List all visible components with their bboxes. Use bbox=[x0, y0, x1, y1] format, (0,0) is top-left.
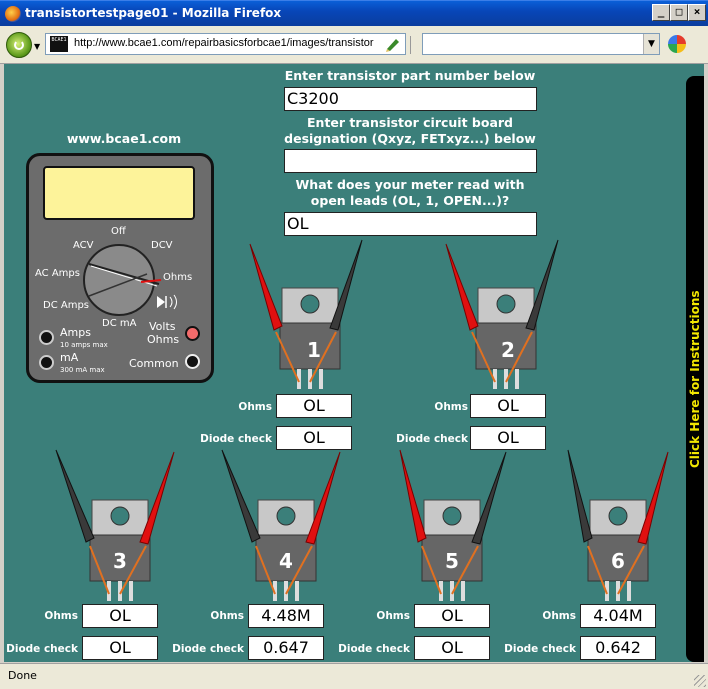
transistor-4-ohms-label: Ohms bbox=[210, 610, 244, 622]
resize-grip[interactable] bbox=[694, 675, 706, 687]
transistor-6-diode-label: Diode check bbox=[504, 643, 576, 655]
designation-label-line2: designation (Qxyz, FETxyz...) below bbox=[284, 131, 536, 146]
transistor-2-number: 2 bbox=[501, 338, 515, 362]
transistor-2-diode-value: OL bbox=[470, 426, 546, 450]
url-bar[interactable]: BCAE1 http://www.bcae1.com/repairbasicsf… bbox=[45, 33, 406, 55]
firefox-icon bbox=[5, 6, 21, 22]
designation-label-line1: Enter transistor circuit board bbox=[307, 115, 513, 130]
part-number-input[interactable]: C3200 bbox=[284, 87, 537, 111]
multimeter: Off ACV DCV AC Amps Ohms DC Amps DC mA A… bbox=[26, 153, 214, 383]
title-bar: transistortestpage01 - Mozilla Firefox _… bbox=[0, 0, 708, 26]
transistor-3-diode-value: OL bbox=[82, 636, 158, 660]
url-text[interactable]: http://www.bcae1.com/repairbasicsforbcae… bbox=[74, 37, 374, 49]
transistor-2-ohms-label: Ohms bbox=[434, 401, 468, 413]
instructions-tab-label: Click Here for Instructions bbox=[688, 290, 702, 468]
transistor-6-diode-value: 0.642 bbox=[580, 636, 656, 660]
site-url-label: www.bcae1.com bbox=[66, 131, 182, 146]
close-button[interactable]: × bbox=[688, 4, 706, 21]
ma-jack[interactable] bbox=[39, 355, 54, 370]
transistor-6-ohms-value: 4.04M bbox=[580, 604, 656, 628]
transistor-2-diagram bbox=[445, 239, 559, 389]
navigation-toolbar: ▼ BCAE1 http://www.bcae1.com/repairbasic… bbox=[0, 26, 708, 64]
reload-button[interactable] bbox=[6, 32, 32, 58]
transistor-4-diagram bbox=[221, 449, 341, 601]
transistor-6-ohms-label: Ohms bbox=[542, 610, 576, 622]
site-favicon: BCAE1 bbox=[50, 36, 68, 52]
dial-pointer bbox=[88, 263, 177, 310]
meter-common-label: Common bbox=[129, 357, 179, 370]
transistor-1-diagram bbox=[249, 239, 363, 389]
transistor-3-ohms-value: OL bbox=[82, 604, 158, 628]
transistor-3-diode-label: Diode check bbox=[6, 643, 78, 655]
transistor-1-number: 1 bbox=[307, 338, 321, 362]
transistor-5-diagram bbox=[399, 449, 507, 601]
transistor-4-number: 4 bbox=[279, 549, 293, 573]
transistor-1-diode-label: Diode check bbox=[200, 433, 272, 445]
open-leads-label-line2: open leads (OL, 1, OPEN...)? bbox=[310, 193, 510, 208]
transistor-2-diode-label: Diode check bbox=[396, 433, 468, 445]
transistor-4-diode-label: Diode check bbox=[172, 643, 244, 655]
transistor-5-ohms-label: Ohms bbox=[376, 610, 410, 622]
status-text: Done bbox=[8, 669, 37, 682]
search-input[interactable]: ▼ bbox=[422, 33, 660, 55]
transistor-5-diode-value: OL bbox=[414, 636, 490, 660]
transistor-5-ohms-value: OL bbox=[414, 604, 490, 628]
window-title: transistortestpage01 - Mozilla Firefox bbox=[25, 6, 282, 20]
transistor-3-diagram bbox=[55, 449, 175, 601]
meter-amps-label: Amps bbox=[60, 326, 91, 339]
transistor-5-diode-label: Diode check bbox=[338, 643, 410, 655]
toolbar-separator bbox=[410, 36, 411, 54]
meter-ma-sub: 300 mA max bbox=[60, 366, 105, 374]
transistor-6-diagram bbox=[567, 449, 669, 601]
status-bar: Done bbox=[0, 663, 708, 689]
transistor-2-ohms-value: OL bbox=[470, 394, 546, 418]
minimize-button[interactable]: _ bbox=[652, 4, 670, 21]
maximize-button[interactable]: □ bbox=[670, 4, 688, 21]
open-leads-input[interactable]: OL bbox=[284, 212, 537, 236]
transistor-4-ohms-value: 4.48M bbox=[248, 604, 324, 628]
designation-input[interactable] bbox=[284, 149, 537, 173]
open-leads-label-line1: What does your meter read with bbox=[295, 177, 525, 192]
transistor-3-ohms-label: Ohms bbox=[44, 610, 78, 622]
amps-jack[interactable] bbox=[39, 330, 54, 345]
meter-volts-ohms-label: Ohms bbox=[147, 333, 180, 346]
meter-volts-label: Volts bbox=[149, 320, 176, 333]
common-jack[interactable] bbox=[185, 354, 200, 369]
instructions-tab[interactable]: Click Here for Instructions bbox=[686, 76, 704, 662]
transistor-5-number: 5 bbox=[445, 549, 459, 573]
page-content: Enter transistor part number below C3200… bbox=[4, 64, 704, 662]
transistor-1-ohms-label: Ohms bbox=[238, 401, 272, 413]
transistor-1-diode-value: OL bbox=[276, 426, 352, 450]
part-number-label: Enter transistor part number below bbox=[284, 68, 536, 83]
chevron-down-icon[interactable]: ▼ bbox=[34, 42, 40, 51]
transistor-4-diode-value: 0.647 bbox=[248, 636, 324, 660]
google-search-icon[interactable] bbox=[668, 35, 686, 53]
volts-ohms-jack[interactable] bbox=[185, 326, 200, 341]
meter-amps-sub: 10 amps max bbox=[60, 341, 108, 349]
meter-ma-label: mA bbox=[60, 351, 79, 364]
transistor-3-number: 3 bbox=[113, 549, 127, 573]
edit-pencil-icon[interactable] bbox=[384, 36, 402, 52]
chevron-down-icon[interactable]: ▼ bbox=[643, 34, 659, 54]
transistor-1-ohms-value: OL bbox=[276, 394, 352, 418]
transistor-6-number: 6 bbox=[611, 549, 625, 573]
reload-icon bbox=[14, 40, 24, 50]
